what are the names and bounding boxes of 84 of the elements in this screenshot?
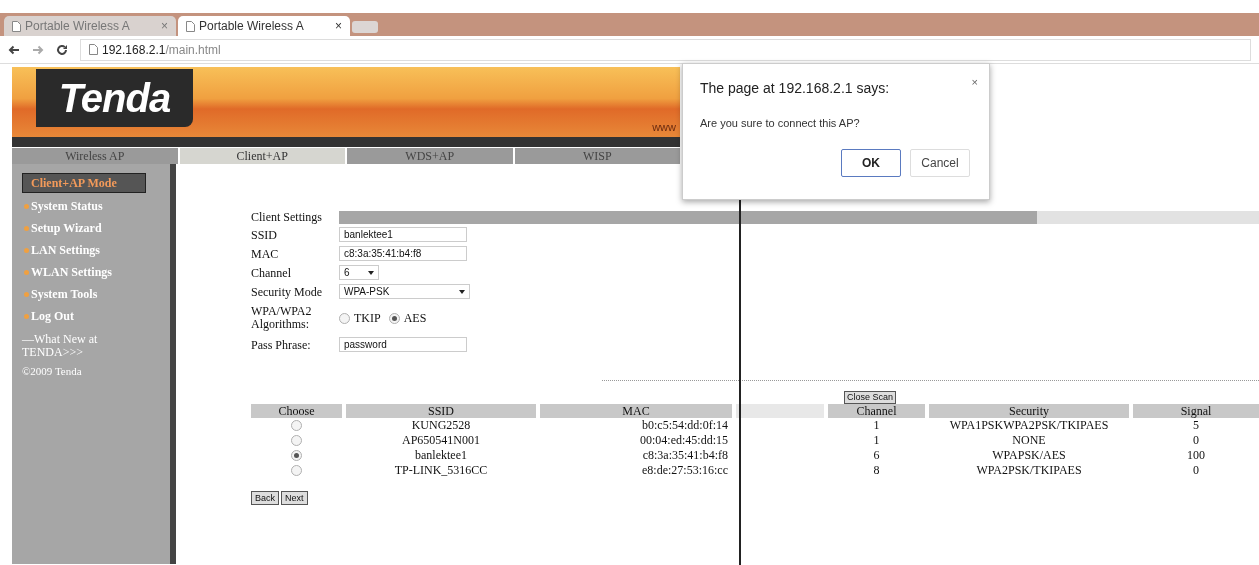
radio-button[interactable] — [291, 465, 302, 476]
table-cell-text: WPAPSK/AES — [991, 448, 1067, 463]
close-icon[interactable]: × — [971, 74, 978, 99]
column-header: Security — [929, 404, 1129, 418]
section-title: Client Settings — [251, 209, 323, 226]
bullet-icon — [24, 269, 29, 275]
nav-button[interactable]: Next — [281, 491, 308, 505]
field-label: Channel — [251, 264, 292, 282]
column-header: Signal — [1133, 404, 1259, 418]
url-host: 192.168.2.1 — [102, 41, 166, 59]
table-cell-text: 0 — [1192, 463, 1200, 478]
table-cell-text: e8:de:27:53:16:cc — [641, 463, 729, 478]
dialog-button[interactable]: OK — [841, 148, 901, 177]
bullet-icon — [24, 247, 29, 253]
caret-icon — [368, 270, 374, 275]
reload-icon[interactable] — [56, 43, 68, 56]
mode-tab[interactable]: WDS+AP — [347, 148, 513, 164]
select-field[interactable]: WPA-PSK — [339, 284, 470, 299]
column-header: MAC — [540, 404, 732, 418]
field-label: WPA/WPA2 Algorithms: — [251, 305, 313, 331]
mode-tab[interactable]: WISP — [514, 148, 680, 164]
radio-label: AES — [403, 310, 427, 327]
bullet-icon — [24, 291, 29, 297]
bullet-icon — [24, 313, 29, 319]
table-cell-text: 1 — [872, 418, 881, 433]
field-label: Pass Phrase: — [251, 336, 312, 354]
column-header: Choose — [251, 404, 342, 418]
table-cell-text: TP-LINK_5316CC — [393, 463, 489, 478]
table-cell-text: KUNG2528 — [410, 418, 472, 433]
browser-tab[interactable]: Portable Wireless A × — [178, 16, 350, 36]
page-icon — [186, 20, 195, 32]
table-cell-text: 8 — [872, 463, 881, 478]
url-path: /main.html — [165, 41, 221, 59]
radio-label: TKIP — [354, 310, 381, 327]
close-scan-button[interactable]: Close Scan — [844, 391, 897, 404]
caret-icon — [459, 289, 465, 294]
table-cell-text: b0:c5:54:dd:0f:14 — [641, 418, 729, 433]
back-icon[interactable] — [8, 44, 20, 55]
bullet-icon — [24, 225, 29, 231]
column-header: SSID — [346, 404, 536, 418]
website-link[interactable]: www — [652, 119, 676, 136]
table-cell-text: banlektee1 — [414, 448, 468, 463]
table-cell-text: 6 — [872, 448, 881, 463]
radio-button[interactable] — [291, 420, 302, 431]
table-cell-text: 0 — [1192, 433, 1200, 448]
table-cell-text: 100 — [1186, 448, 1206, 463]
column-header: Channel — [828, 404, 925, 418]
mode-tab[interactable]: Wireless AP — [12, 148, 178, 164]
bullet-icon — [24, 203, 29, 209]
table-cell-text: WPA2PSK/TKIPAES — [975, 463, 1083, 478]
logo: Tenda — [36, 69, 193, 127]
table-cell-text: NONE — [1011, 433, 1047, 448]
nav-button[interactable]: Back — [251, 491, 279, 505]
input-field[interactable]: banlektee1 — [339, 227, 467, 242]
radio-button[interactable] — [388, 312, 400, 324]
address-bar[interactable]: 192.168.2.1/main.html — [80, 38, 1251, 61]
table-cell-text: 5 — [1192, 418, 1200, 433]
table-cell-text: c8:3a:35:41:b4:f8 — [641, 448, 729, 463]
table-cell-text: AP650541N001 — [401, 433, 481, 448]
mode-tab[interactable]: Client+AP — [179, 148, 345, 164]
tab-title: Portable Wireless A — [199, 18, 305, 35]
dialog-title: The page at 192.168.2.1 says: — [700, 79, 890, 98]
input-field[interactable]: c8:3a:35:41:b4:f8 — [339, 246, 467, 261]
close-icon[interactable]: × — [335, 17, 342, 35]
forward-icon[interactable] — [32, 44, 44, 55]
copyright: ©2009 Tenda — [22, 364, 83, 379]
table-cell-text: 1 — [872, 433, 881, 448]
new-tab-button[interactable] — [352, 21, 378, 33]
radio-button[interactable] — [291, 435, 302, 446]
page-icon — [89, 44, 98, 55]
field-label: Security Mode — [251, 283, 323, 301]
tab-title: Portable Wireless A — [25, 18, 131, 35]
sidebar-item[interactable]: Client+AP Mode — [22, 173, 146, 193]
page-icon — [12, 20, 21, 32]
select-field[interactable]: 6 — [339, 265, 379, 280]
table-cell-text: WPA1PSKWPA2PSK/TKIPAES — [948, 418, 1110, 433]
table-cell-text: 00:04:ed:45:dd:15 — [639, 433, 729, 448]
radio-button[interactable] — [339, 312, 350, 324]
field-label: SSID — [251, 226, 278, 244]
dialog-button[interactable]: Cancel — [910, 148, 970, 177]
radio-button[interactable] — [291, 450, 302, 461]
dialog-message: Are you sure to connect this AP? — [700, 116, 861, 131]
field-label: MAC — [251, 245, 280, 263]
input-field[interactable]: password — [339, 337, 467, 352]
